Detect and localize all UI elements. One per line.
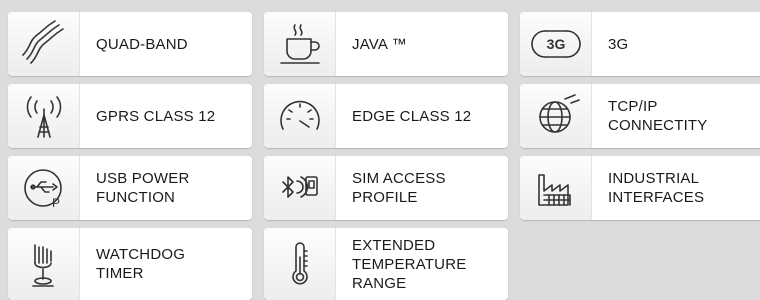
usb-power-icon: P <box>8 156 80 220</box>
thermometer-icon <box>264 228 336 300</box>
factory-icon <box>520 156 592 220</box>
feature-label: EXTENDED TEMPERATURE RANGE <box>352 236 467 292</box>
feature-label: WATCHDOG TIMER <box>96 246 186 282</box>
feature-label: USB POWER FUNCTION <box>96 170 190 206</box>
feature-label: SIM ACCESS PROFILE <box>352 170 446 206</box>
feature-tile-industrial: INDUSTRIAL INTERFACES <box>520 156 760 220</box>
feature-label: TCP/IP CONNECTITY <box>608 98 708 134</box>
globe-icon <box>520 84 592 148</box>
feature-tile-3g: 3G 3G <box>520 12 760 76</box>
feature-label: EDGE CLASS 12 <box>352 107 472 125</box>
feature-label: JAVA ™ <box>352 35 407 53</box>
feature-label: INDUSTRIAL INTERFACES <box>608 170 705 206</box>
antenna-icon <box>8 84 80 148</box>
svg-text:3G: 3G <box>546 36 565 52</box>
feature-tile-usb-power: P USB POWER FUNCTION <box>8 156 252 220</box>
speedometer-icon <box>264 84 336 148</box>
feature-tile-tcpip: TCP/IP CONNECTITY <box>520 84 760 148</box>
feature-tile-gprs: GPRS CLASS 12 <box>8 84 252 148</box>
coffee-cup-icon <box>264 12 336 76</box>
feature-tile-java: JAVA ™ <box>264 12 508 76</box>
feature-tile-extended-temperature: EXTENDED TEMPERATURE RANGE <box>264 228 508 300</box>
feature-label: QUAD-BAND <box>96 35 188 53</box>
waves-icon <box>8 12 80 76</box>
bluetooth-sim-icon <box>264 156 336 220</box>
feature-label: GPRS CLASS 12 <box>96 107 216 125</box>
feature-tile-watchdog: WATCHDOG TIMER <box>8 228 252 300</box>
3g-icon: 3G <box>520 12 592 76</box>
svg-text:P: P <box>52 196 60 210</box>
feature-tile-quad-band: QUAD-BAND <box>8 12 252 76</box>
feature-tile-sim-access: SIM ACCESS PROFILE <box>264 156 508 220</box>
feature-label: 3G <box>608 35 629 53</box>
feature-tile-edge: EDGE CLASS 12 <box>264 84 508 148</box>
pointing-hand-icon <box>8 228 80 300</box>
